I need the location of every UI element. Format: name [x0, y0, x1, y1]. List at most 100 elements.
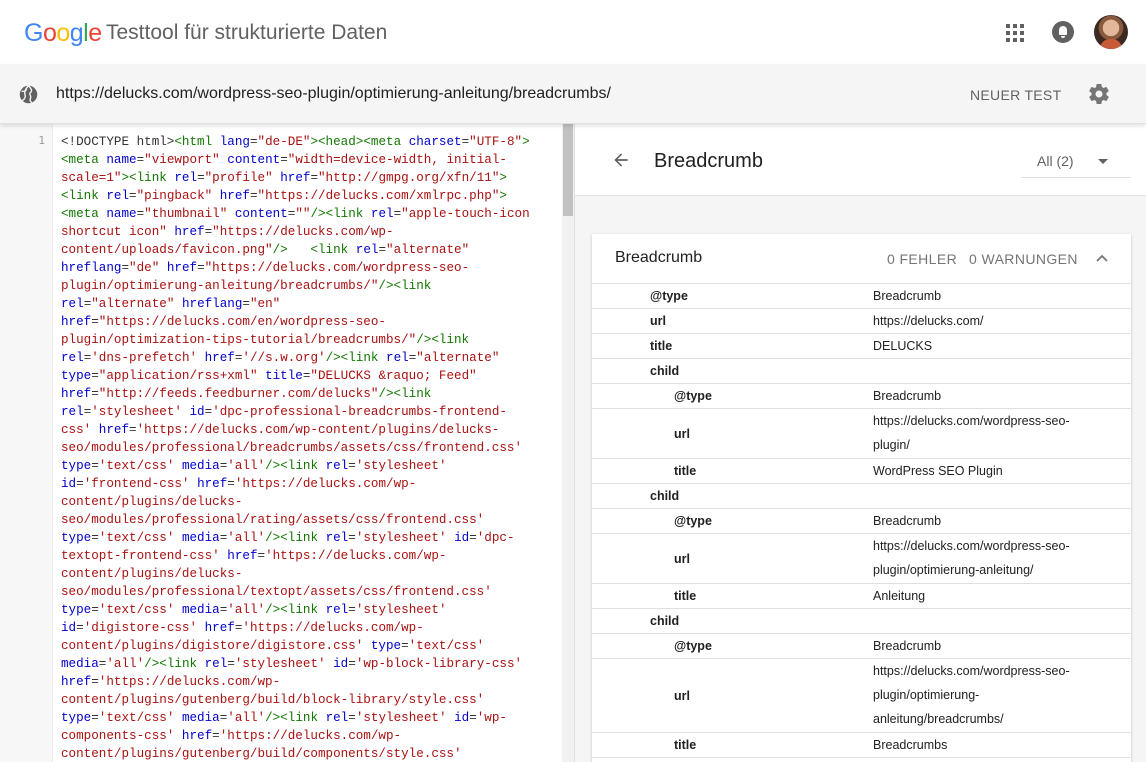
code-token: 'text/css'	[98, 711, 182, 725]
source-code-panel[interactable]: 1 <!DOCTYPE html><html lang = "de-DE"><hea…	[0, 124, 575, 762]
code-token: seo/modules/professional/textopt/assets/…	[61, 585, 492, 599]
back-arrow-icon[interactable]	[611, 150, 631, 170]
property-value: Breadcrumb	[873, 514, 942, 528]
code-token: 'all'	[227, 603, 266, 617]
code-token: "application/rss+xml"	[98, 369, 266, 383]
logo-letter: G	[24, 19, 43, 47]
code-line: components-css' href='https://delucks.co…	[61, 727, 556, 745]
property-row: @type Breadcrumb	[592, 509, 1131, 534]
property-key: @type	[674, 639, 712, 653]
code-token: =	[91, 369, 99, 383]
filter-dropdown[interactable]: All (2)	[1021, 150, 1131, 178]
code-token: =	[91, 387, 99, 401]
results-header: Breadcrumb All (2)	[575, 124, 1146, 196]
code-token: id	[189, 405, 205, 419]
code-token: href	[181, 729, 213, 743]
code-token: plugin/optimierung-anleitung/breadcrumbs…	[61, 279, 379, 293]
code-token: content	[234, 207, 288, 221]
code-token: media	[181, 711, 220, 725]
app-title: Testtool für strukturierte Daten	[106, 21, 388, 44]
code-token: =	[91, 711, 99, 725]
code-scrollbar-track[interactable]	[562, 124, 574, 762]
card-header[interactable]: Breadcrumb 0 FEHLER 0 WARNUNGEN	[592, 234, 1131, 284]
code-token: "de"	[129, 261, 167, 275]
code-line: <meta name="viewport" content="width=dev…	[61, 151, 556, 169]
property-row: title DELUCKS	[592, 334, 1131, 359]
notifications-icon[interactable]	[1052, 21, 1074, 43]
code-token: "http://gmpg.org/xfn/11"	[318, 171, 500, 185]
code-token: =	[76, 477, 84, 491]
user-avatar[interactable]	[1094, 15, 1128, 49]
code-token: /><link	[265, 711, 326, 725]
code-line: id='digistore-css' href='https://delucks…	[61, 619, 556, 637]
url-input[interactable]: https://delucks.com/wordpress-seo-plugin…	[56, 84, 611, 104]
code-token: =	[401, 639, 409, 653]
code-token: type	[61, 459, 92, 473]
code-line: content/plugins/delucks-	[61, 565, 556, 583]
code-token: "alternate"	[91, 297, 182, 311]
url-bar: https://delucks.com/wordpress-seo-plugin…	[0, 64, 1146, 124]
code-token: "en"	[249, 297, 281, 311]
code-token: =	[249, 135, 258, 149]
code-token: /> <link	[272, 243, 356, 257]
property-value: https://delucks.com/wordpress-seo- plugi…	[873, 414, 1070, 452]
code-token: href	[61, 315, 92, 329]
code-token: href	[197, 477, 228, 491]
code-token: id	[61, 621, 77, 635]
code-token: shortcut icon"	[61, 225, 175, 239]
property-row: child	[592, 484, 1131, 509]
breadcrumb-card: Breadcrumb 0 FEHLER 0 WARNUNGEN @type Bre…	[592, 234, 1131, 762]
logo-letter: g	[69, 19, 84, 47]
dropdown-arrow-icon	[1098, 159, 1108, 164]
property-row: url https://delucks.com/wordpress-seo- pl…	[592, 409, 1131, 459]
code-token: /><link	[416, 333, 470, 347]
code-token: href	[219, 189, 250, 203]
source-code[interactable]: <!DOCTYPE html><html lang = "de-DE"><head>…	[61, 133, 556, 762]
property-row: title Anleitung	[592, 584, 1131, 609]
code-token: "https://delucks.com/wp-	[212, 225, 394, 239]
code-line: content/plugins/gutenberg/build/block-li…	[61, 691, 556, 709]
code-line: seo/modules/professional/rating/assets/c…	[61, 511, 556, 529]
code-token: =	[348, 657, 356, 671]
property-value: Breadcrumb	[873, 389, 942, 403]
code-token: "pingback"	[136, 189, 220, 203]
code-token: =	[227, 657, 235, 671]
code-token: 'dpc-	[476, 531, 515, 545]
code-token: rel	[61, 297, 84, 311]
results-title: Breadcrumb	[654, 150, 763, 172]
code-token: media	[61, 657, 99, 671]
property-value: Breadcrumb	[873, 289, 942, 303]
code-token: =	[129, 423, 137, 437]
code-token: href	[204, 351, 235, 365]
property-value: WordPress SEO Plugin	[873, 464, 1003, 478]
property-key: @type	[674, 514, 712, 528]
code-token: "alternate"	[416, 351, 500, 365]
chevron-up-icon[interactable]	[1095, 251, 1109, 265]
code-token: "https://delucks.com/xmlrpc.php"	[257, 189, 500, 203]
code-scrollbar-thumb[interactable]	[563, 124, 573, 216]
code-token: "alternate"	[386, 243, 470, 257]
code-token: 'dpc-professional-breadcrumbs-frontend-	[212, 405, 507, 419]
code-token: rel	[61, 405, 84, 419]
code-token: <!DOCTYPE html>	[61, 135, 175, 149]
code-token: scale=1"	[61, 171, 122, 185]
code-token: type	[61, 603, 92, 617]
code-token: /><link	[310, 207, 371, 221]
errors-count: 0 FEHLER	[887, 251, 958, 267]
code-line: scale=1"><link rel="profile" href="http:…	[61, 169, 556, 187]
code-token: rel	[325, 531, 349, 545]
code-token: 'stylesheet'	[355, 459, 447, 473]
code-line: rel='dns-prefetch' href='//s.w.org'/><li…	[61, 349, 556, 367]
code-token: content	[227, 153, 281, 167]
code-token: =	[469, 711, 477, 725]
code-line: type='text/css' media='all'/><link rel='…	[61, 709, 556, 727]
code-token: rel	[325, 459, 349, 473]
code-line: href="http://feeds.feedburner.com/deluck…	[61, 385, 556, 403]
code-token: href	[61, 387, 92, 401]
code-line: hreflang="de" href="https://delucks.com/…	[61, 259, 556, 277]
code-token: =	[280, 153, 288, 167]
apps-grid-icon[interactable]	[1006, 24, 1024, 42]
property-key: child	[650, 614, 680, 628]
new-test-button[interactable]: NEUER TEST	[970, 86, 1061, 104]
settings-gear-icon[interactable]	[1087, 82, 1111, 106]
